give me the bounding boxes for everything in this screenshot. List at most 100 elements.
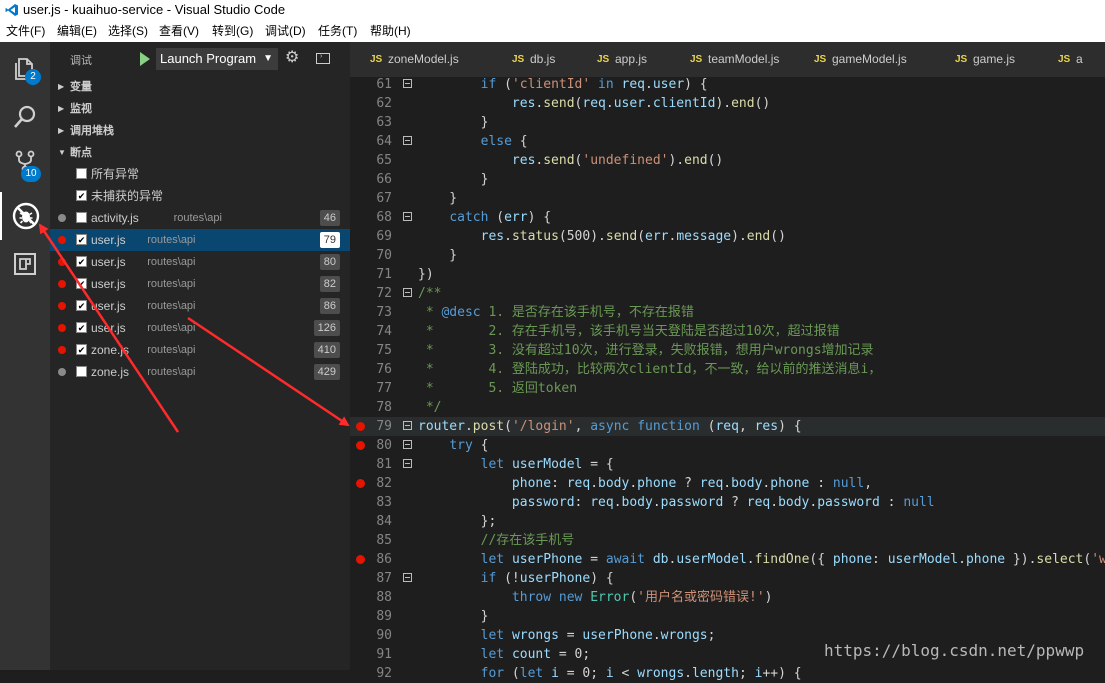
section-callstack[interactable]: ▶ 调用堆栈: [50, 120, 350, 142]
exception-option[interactable]: 所有异常: [50, 163, 350, 185]
code-line[interactable]: 64 else {: [350, 132, 1105, 151]
code-line[interactable]: 65 res.send('undefined').end(): [350, 151, 1105, 170]
code-text: let userModel = {: [480, 457, 614, 472]
code-text: }: [418, 248, 458, 263]
code-line[interactable]: 61 if ('clientId' in req.user) {: [350, 75, 1105, 94]
code-line[interactable]: 87 if (!userPhone) {: [350, 569, 1105, 588]
breakpoint-line: 126: [313, 320, 340, 336]
code-line[interactable]: 75 * 3. 没有超过10次，进行登录，失败报错，想用户wrongs增加记录: [350, 341, 1105, 360]
code-text: }: [418, 115, 489, 130]
menu-goto[interactable]: 转到(G): [212, 20, 253, 42]
debug-console-icon[interactable]: ›: [316, 53, 330, 64]
breakpoint-item[interactable]: ✔ user.js routes\api 86: [50, 295, 350, 317]
breakpoint-item[interactable]: ✔ user.js routes\api 126: [50, 317, 350, 339]
menu-view[interactable]: 查看(V): [159, 20, 199, 42]
menu-debug[interactable]: 调试(D): [265, 20, 306, 42]
tab-game-js[interactable]: JS game.js: [935, 42, 1039, 77]
code-editor[interactable]: 61 if ('clientId' in req.user) {62 res.s…: [350, 75, 1105, 681]
code-line[interactable]: 63 }: [350, 113, 1105, 132]
code-line[interactable]: 88 throw new Error('用户名或密码错误!'): [350, 588, 1105, 607]
exception-option[interactable]: ✔ 未捕获的异常: [50, 185, 350, 207]
breakpoint-checkbox[interactable]: [76, 212, 87, 223]
exception-checkbox[interactable]: ✔: [76, 190, 87, 201]
code-line[interactable]: 89 }: [350, 607, 1105, 626]
menu-edit[interactable]: 编辑(E): [57, 20, 97, 42]
breakpoint-checkbox[interactable]: ✔: [76, 344, 87, 355]
code-line[interactable]: 71}): [350, 265, 1105, 284]
code-line[interactable]: 84 };: [350, 512, 1105, 531]
fold-icon[interactable]: [403, 459, 412, 468]
fold-icon[interactable]: [403, 288, 412, 297]
menu-tasks[interactable]: 任务(T): [318, 20, 357, 42]
breakpoint-item[interactable]: ✔ user.js routes\api 80: [50, 251, 350, 273]
code-line[interactable]: 79 router.post('/login', async function (…: [350, 417, 1105, 436]
breakpoint-checkbox[interactable]: [76, 366, 87, 377]
breakpoint-checkbox[interactable]: ✔: [76, 234, 87, 245]
fold-icon[interactable]: [403, 136, 412, 145]
code-text: try {: [449, 438, 489, 453]
fold-icon[interactable]: [403, 79, 412, 88]
code-line[interactable]: 81 let userModel = {: [350, 455, 1105, 474]
section-watch[interactable]: ▶ 监视: [50, 98, 350, 120]
breakpoint-item[interactable]: zone.js routes\api 429: [50, 361, 350, 383]
tab-teammodel-js[interactable]: JS teamModel.js: [670, 42, 795, 77]
tab-zonemodel-js[interactable]: JS zoneModel.js: [350, 42, 493, 77]
code-line[interactable]: 78 */: [350, 398, 1105, 417]
code-text: else {: [480, 134, 528, 149]
section-breakpoints[interactable]: ▼ 断点: [50, 142, 350, 164]
line-number: 81: [376, 457, 392, 472]
explorer-button[interactable]: 2: [0, 44, 50, 92]
code-line[interactable]: 74 * 2. 存在手机号，该手机号当天登陆是否超过10次，超过报错: [350, 322, 1105, 341]
breakpoint-checkbox[interactable]: ✔: [76, 256, 87, 267]
line-number: 85: [376, 533, 392, 548]
section-variables[interactable]: ▶ 变量: [50, 76, 350, 98]
code-line[interactable]: 76 * 4. 登陆成功，比较两次clientId，不一致，给以前的推送消息i，: [350, 360, 1105, 379]
breakpoint-item[interactable]: activity.js routes\api 46: [50, 207, 350, 229]
breakpoint-item[interactable]: ✔ user.js routes\api 79: [50, 229, 350, 251]
code-line[interactable]: 72 /**: [350, 284, 1105, 303]
line-number: 80: [376, 438, 392, 453]
tab-app-js[interactable]: JS app.js: [577, 42, 671, 77]
breakpoint-file: zone.js: [91, 343, 130, 357]
code-line[interactable]: 70 }: [350, 246, 1105, 265]
breakpoint-checkbox[interactable]: ✔: [76, 300, 87, 311]
tab-db-js[interactable]: JS db.js: [492, 42, 578, 77]
start-debugging-icon[interactable]: [140, 52, 150, 66]
code-line[interactable]: 86 let userPhone = await db.userModel.fi…: [350, 550, 1105, 569]
code-line[interactable]: 66 }: [350, 170, 1105, 189]
code-line[interactable]: 83 password: req.body.password ? req.bod…: [350, 493, 1105, 512]
breakpoint-path: routes\api: [147, 256, 196, 268]
code-line[interactable]: 67 }: [350, 189, 1105, 208]
code-line[interactable]: 82 phone: req.body.phone ? req.body.phon…: [350, 474, 1105, 493]
code-line[interactable]: 68 catch (err) {: [350, 208, 1105, 227]
breakpoint-item[interactable]: ✔ user.js routes\api 82: [50, 273, 350, 295]
debug-button[interactable]: [0, 192, 50, 240]
menu-file[interactable]: 文件(F): [6, 20, 45, 42]
search-button[interactable]: [0, 92, 50, 140]
exception-checkbox[interactable]: [76, 168, 87, 179]
fold-icon[interactable]: [403, 421, 412, 430]
code-line[interactable]: 62 res.send(req.user.clientId).end(): [350, 94, 1105, 113]
code-line[interactable]: 73 * @desc 1. 是否存在该手机号，不存在报错: [350, 303, 1105, 322]
code-line[interactable]: 80 try {: [350, 436, 1105, 455]
code-line[interactable]: 77 * 5. 返回token: [350, 379, 1105, 398]
code-line[interactable]: 85 //存在该手机号: [350, 531, 1105, 550]
fold-icon[interactable]: [403, 440, 412, 449]
source-control-button[interactable]: 10: [0, 140, 50, 188]
line-number: 71: [376, 267, 392, 282]
launch-config-select[interactable]: Launch Program ▼: [156, 48, 278, 70]
code-line[interactable]: 69 res.status(500).send(err.message).end…: [350, 227, 1105, 246]
breakpoint-item[interactable]: ✔ zone.js routes\api 410: [50, 339, 350, 361]
code-text: res.status(500).send(err.message).end(): [480, 229, 786, 244]
fold-icon[interactable]: [403, 573, 412, 582]
tab-gamemodel-js[interactable]: JS gameModel.js: [794, 42, 936, 77]
code-line[interactable]: 92 for (let i = 0; i < wrongs.length; i+…: [350, 664, 1105, 683]
gear-icon[interactable]: ⚙: [285, 50, 301, 66]
breakpoint-checkbox[interactable]: ✔: [76, 322, 87, 333]
menu-selection[interactable]: 选择(S): [108, 20, 148, 42]
tab-a[interactable]: JS a: [1038, 42, 1105, 77]
menu-help[interactable]: 帮助(H): [370, 20, 411, 42]
fold-icon[interactable]: [403, 212, 412, 221]
extensions-button[interactable]: [0, 240, 50, 288]
breakpoint-checkbox[interactable]: ✔: [76, 278, 87, 289]
